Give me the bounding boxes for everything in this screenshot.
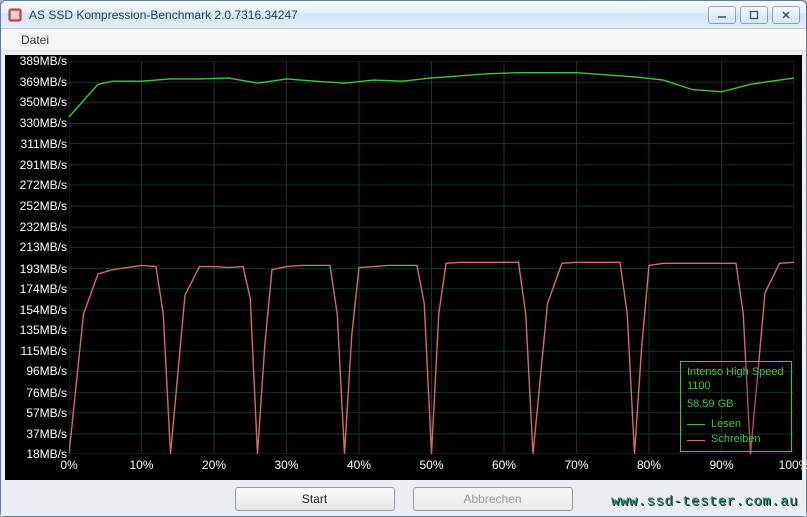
x-tick-label: 90% (709, 458, 733, 472)
x-tick-label: 60% (492, 458, 516, 472)
legend-box: Intenso High Speed 1100 58,59 GB Lesen S… (680, 361, 792, 452)
chart-area: 389MB/s 369MB/s 350MB/s 330MB/s 311MB/s 291MB… (5, 55, 802, 480)
legend-row-write: Schreiben (687, 433, 785, 447)
y-tick-label: 213MB/s (20, 240, 67, 254)
button-bar: Start Abbrechen www.ssd-tester.com.au (1, 482, 806, 516)
x-tick-label: 10% (129, 458, 153, 472)
legend-write-label: Schreiben (711, 433, 761, 447)
y-tick-label: 37MB/s (26, 427, 67, 441)
x-tick-label: 70% (564, 458, 588, 472)
legend-read-label: Lesen (711, 418, 741, 432)
y-tick-label: 291MB/s (20, 158, 67, 172)
x-tick-label: 20% (202, 458, 226, 472)
y-tick-label: 135MB/s (20, 323, 67, 337)
window-title: AS SSD Kompression-Benchmark 2.0.7316.34… (29, 8, 708, 22)
y-tick-label: 330MB/s (20, 116, 67, 130)
maximize-button[interactable] (740, 6, 768, 24)
legend-swatch-write (687, 440, 705, 441)
legend-size: 58,59 GB (687, 398, 785, 412)
x-tick-label: 100% (779, 458, 807, 472)
window-controls (708, 6, 800, 24)
y-tick-label: 369MB/s (20, 75, 67, 89)
x-tick-label: 0% (60, 458, 77, 472)
y-tick-label: 76MB/s (26, 386, 67, 400)
x-tick-label: 40% (347, 458, 371, 472)
y-tick-label: 311MB/s (21, 137, 67, 151)
y-tick-label: 232MB/s (20, 220, 67, 234)
x-tick-label: 80% (637, 458, 661, 472)
menubar: Datei (1, 29, 806, 51)
menu-file[interactable]: Datei (11, 30, 59, 50)
minimize-button[interactable] (708, 6, 736, 24)
y-tick-label: 272MB/s (20, 178, 67, 192)
y-tick-label: 174MB/s (20, 282, 67, 296)
legend-device: Intenso High Speed 1100 (687, 366, 785, 394)
y-tick-label: 350MB/s (20, 95, 67, 109)
y-axis-labels: 389MB/s369MB/s350MB/s330MB/s311MB/s291MB… (5, 61, 69, 454)
watermark: www.ssd-tester.com.au (611, 494, 798, 510)
y-tick-label: 115MB/s (21, 344, 67, 358)
y-tick-label: 252MB/s (20, 199, 67, 213)
cancel-button[interactable]: Abbrechen (413, 487, 573, 511)
y-tick-label: 57MB/s (26, 406, 67, 420)
close-button[interactable] (772, 6, 800, 24)
y-tick-label: 96MB/s (26, 364, 67, 378)
start-button[interactable]: Start (235, 487, 395, 511)
legend-row-read: Lesen (687, 418, 785, 432)
plot-area: Intenso High Speed 1100 58,59 GB Lesen S… (69, 61, 794, 454)
x-axis-labels: 0%10%20%30%40%50%60%70%80%90%100% (69, 458, 794, 476)
app-window: AS SSD Kompression-Benchmark 2.0.7316.34… (0, 0, 807, 517)
x-tick-label: 50% (419, 458, 443, 472)
y-tick-label: 389MB/s (20, 54, 67, 68)
y-tick-label: 154MB/s (20, 303, 67, 317)
legend-swatch-read (687, 424, 705, 425)
titlebar: AS SSD Kompression-Benchmark 2.0.7316.34… (1, 1, 806, 29)
x-tick-label: 30% (274, 458, 298, 472)
y-tick-label: 193MB/s (20, 262, 67, 276)
app-icon (7, 7, 23, 23)
